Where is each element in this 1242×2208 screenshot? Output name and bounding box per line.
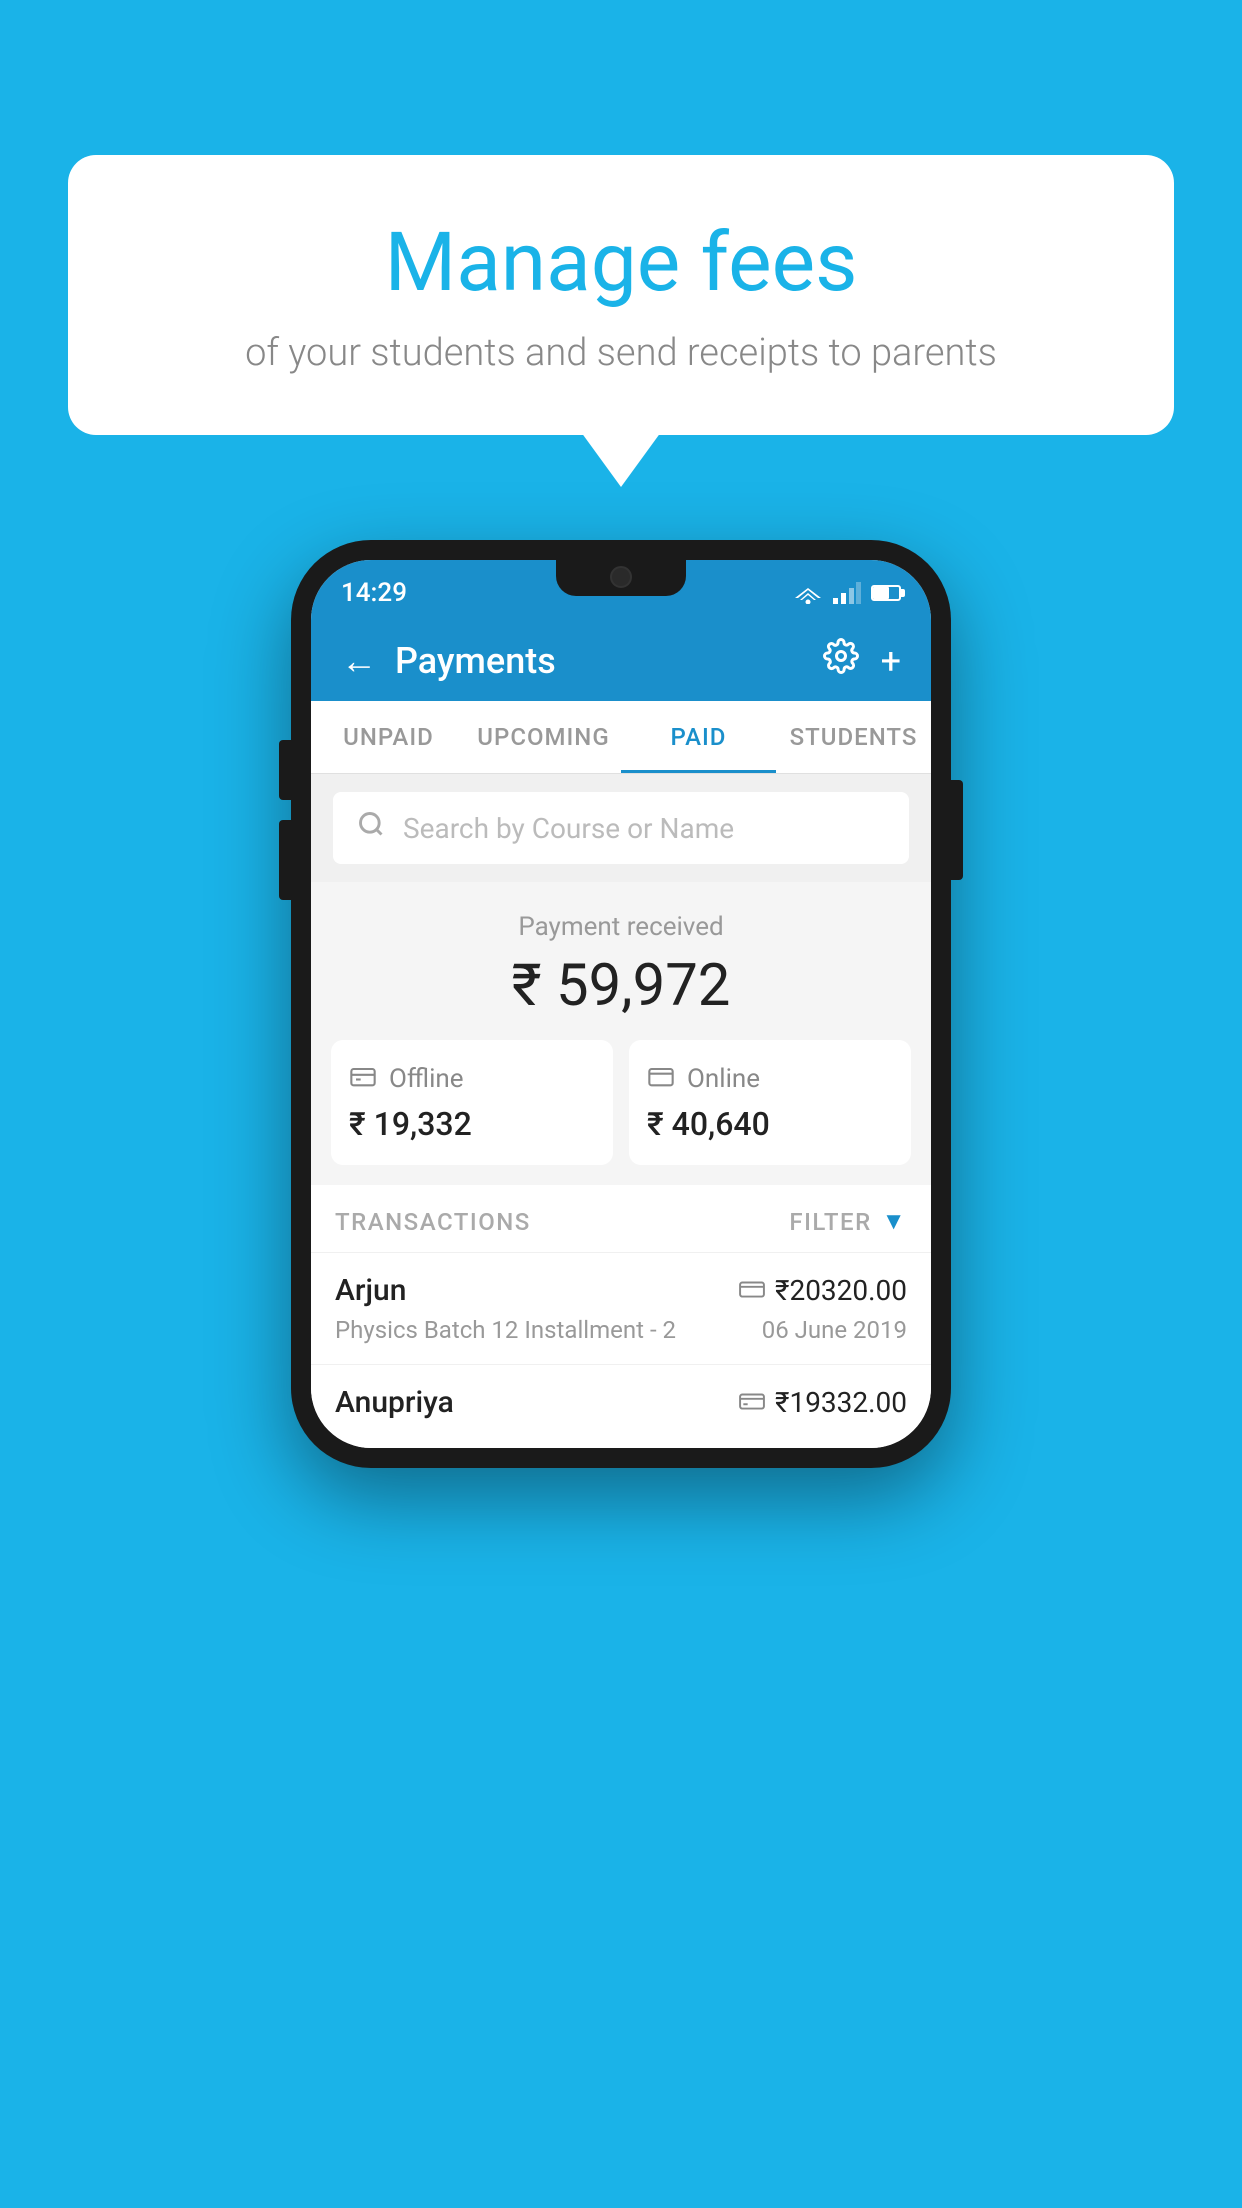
offline-card-header: Offline bbox=[349, 1062, 464, 1095]
transaction-bottom: Physics Batch 12 Installment - 2 06 June… bbox=[335, 1316, 907, 1344]
transaction-name: Anupriya bbox=[335, 1385, 454, 1420]
bubble-subtitle: of your students and send receipts to pa… bbox=[148, 331, 1094, 375]
add-button[interactable]: + bbox=[881, 640, 901, 682]
app-header: ← Payments + bbox=[311, 620, 931, 701]
online-card-header: Online bbox=[647, 1062, 760, 1095]
online-label: Online bbox=[687, 1064, 760, 1094]
tab-upcoming[interactable]: UPCOMING bbox=[466, 701, 621, 773]
transaction-amount-wrap: ₹19332.00 bbox=[739, 1386, 907, 1419]
offline-label: Offline bbox=[389, 1064, 464, 1094]
page-title: Payments bbox=[395, 640, 556, 682]
speech-bubble: Manage fees of your students and send re… bbox=[68, 155, 1174, 435]
transaction-card-icon bbox=[739, 1277, 765, 1305]
transaction-row[interactable]: Anupriya ₹19332.00 bbox=[311, 1364, 931, 1448]
online-icon bbox=[647, 1062, 675, 1095]
battery-icon bbox=[871, 585, 901, 601]
phone-mockup: 14:29 bbox=[291, 540, 951, 1468]
payment-amount: ₹ 59,972 bbox=[331, 952, 911, 1020]
tab-unpaid[interactable]: UNPAID bbox=[311, 701, 466, 773]
search-box[interactable]: Search by Course or Name bbox=[333, 792, 909, 864]
transaction-date: 06 June 2019 bbox=[762, 1316, 907, 1344]
search-placeholder: Search by Course or Name bbox=[403, 812, 734, 845]
transaction-amount-wrap: ₹20320.00 bbox=[739, 1274, 907, 1307]
side-button-volume-down bbox=[279, 820, 291, 900]
search-container: Search by Course or Name bbox=[311, 774, 931, 882]
tab-students[interactable]: STUDENTS bbox=[776, 701, 931, 773]
online-card: Online ₹ 40,640 bbox=[629, 1040, 911, 1165]
transaction-amount: ₹20320.00 bbox=[775, 1274, 907, 1307]
battery-fill bbox=[873, 587, 889, 599]
bubble-title: Manage fees bbox=[148, 215, 1094, 311]
status-time: 14:29 bbox=[341, 578, 407, 608]
payment-cards: Offline ₹ 19,332 bbox=[331, 1040, 911, 1165]
phone-outer: 14:29 bbox=[291, 540, 951, 1468]
transaction-top: Arjun ₹20320.00 bbox=[335, 1273, 907, 1308]
filter-label: FILTER bbox=[789, 1208, 871, 1236]
speech-bubble-container: Manage fees of your students and send re… bbox=[68, 155, 1174, 435]
header-left: ← Payments bbox=[341, 640, 556, 682]
transaction-detail: Physics Batch 12 Installment - 2 bbox=[335, 1316, 676, 1344]
offline-amount: ₹ 19,332 bbox=[349, 1105, 472, 1143]
status-icons bbox=[793, 582, 901, 604]
side-button-volume-up bbox=[279, 740, 291, 800]
phone-screen: 14:29 bbox=[311, 560, 931, 1448]
phone-notch bbox=[556, 560, 686, 596]
transactions-label: TRANSACTIONS bbox=[335, 1208, 531, 1236]
wifi-icon bbox=[793, 582, 823, 604]
tabs-container: UNPAID UPCOMING PAID STUDENTS bbox=[311, 701, 931, 774]
transaction-offline-icon bbox=[739, 1389, 765, 1417]
offline-card: Offline ₹ 19,332 bbox=[331, 1040, 613, 1165]
transaction-amount: ₹19332.00 bbox=[775, 1386, 907, 1419]
transaction-name: Arjun bbox=[335, 1273, 406, 1308]
transaction-top: Anupriya ₹19332.00 bbox=[335, 1385, 907, 1420]
offline-icon bbox=[349, 1062, 377, 1095]
settings-icon[interactable] bbox=[823, 638, 859, 683]
signal-icon bbox=[833, 582, 861, 604]
tab-paid[interactable]: PAID bbox=[621, 701, 776, 773]
filter-icon: ▼ bbox=[882, 1207, 907, 1236]
phone-camera bbox=[610, 566, 632, 588]
filter-button[interactable]: FILTER ▼ bbox=[789, 1207, 907, 1236]
transaction-row[interactable]: Arjun ₹20320.00 Physics bbox=[311, 1252, 931, 1364]
side-button-power bbox=[951, 780, 963, 880]
header-right: + bbox=[823, 638, 901, 683]
back-button[interactable]: ← bbox=[341, 640, 377, 682]
online-amount: ₹ 40,640 bbox=[647, 1105, 770, 1143]
payment-summary: Payment received ₹ 59,972 bbox=[311, 882, 931, 1185]
transactions-header: TRANSACTIONS FILTER ▼ bbox=[311, 1185, 931, 1252]
payment-label: Payment received bbox=[331, 912, 911, 942]
search-icon bbox=[357, 810, 385, 846]
